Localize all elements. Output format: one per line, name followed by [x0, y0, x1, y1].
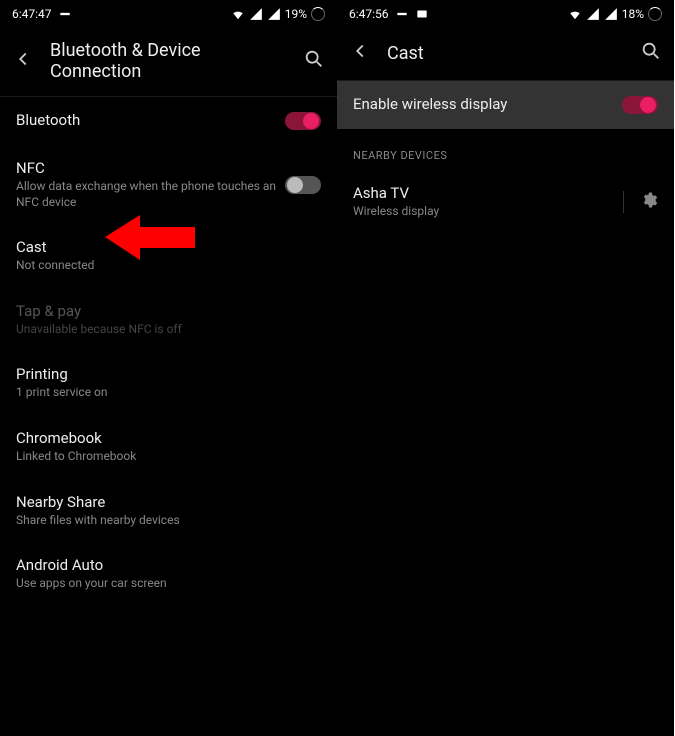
- status-time: 6:47:47: [12, 7, 52, 21]
- row-nearby-share[interactable]: Nearby Share Share files with nearby dev…: [0, 479, 337, 543]
- row-title: Tap & pay: [16, 302, 321, 320]
- row-title: Bluetooth: [16, 111, 285, 129]
- row-android-auto[interactable]: Android Auto Use apps on your car screen: [0, 542, 337, 606]
- misc-icon: [395, 7, 409, 21]
- row-title: Printing: [16, 365, 321, 383]
- status-bar: 6:47:47 19%: [0, 0, 337, 26]
- row-title: Nearby Share: [16, 493, 321, 511]
- page-title: Bluetooth & Device Connection: [50, 40, 287, 82]
- status-battery: 19%: [285, 7, 307, 21]
- wifi-icon: [568, 7, 582, 21]
- header: Bluetooth & Device Connection: [0, 26, 337, 97]
- signal-icon-2: [267, 7, 281, 21]
- row-title: Enable wireless display: [353, 95, 622, 113]
- gear-icon[interactable]: [623, 191, 658, 213]
- header: Cast: [337, 26, 674, 81]
- signal-icon-2: [604, 7, 618, 21]
- settings-list: Bluetooth NFC Allow data exchange when t…: [0, 97, 337, 606]
- search-icon[interactable]: [640, 40, 662, 66]
- spinner-icon: [311, 7, 325, 21]
- row-chromebook[interactable]: Chromebook Linked to Chromebook: [0, 415, 337, 479]
- bluetooth-toggle[interactable]: [285, 112, 321, 130]
- search-icon[interactable]: [303, 48, 325, 74]
- annotation-arrow: [105, 210, 195, 269]
- img-icon: [415, 7, 429, 21]
- row-printing[interactable]: Printing 1 print service on: [0, 351, 337, 415]
- device-title: Asha TV: [353, 184, 611, 202]
- section-header: NEARBY DEVICES: [337, 129, 674, 170]
- row-subtitle: Unavailable because NFC is off: [16, 322, 321, 338]
- screen-left: 6:47:47 19% Bluetooth & Device Connectio…: [0, 0, 337, 736]
- row-tap-pay: Tap & pay Unavailable because NFC is off: [0, 288, 337, 352]
- misc-icon: [58, 7, 72, 21]
- row-subtitle: Linked to Chromebook: [16, 449, 321, 465]
- screen-right: 6:47:56 18% Cast Enable wireless display…: [337, 0, 674, 736]
- cast-content: Enable wireless display NEARBY DEVICES A…: [337, 81, 674, 234]
- status-bar: 6:47:56 18%: [337, 0, 674, 26]
- back-icon[interactable]: [12, 48, 34, 74]
- row-title: NFC: [16, 159, 285, 177]
- row-title: Chromebook: [16, 429, 321, 447]
- row-subtitle: Share files with nearby devices: [16, 513, 321, 529]
- row-subtitle: Use apps on your car screen: [16, 576, 321, 592]
- row-enable-wireless[interactable]: Enable wireless display: [337, 81, 674, 129]
- row-device[interactable]: Asha TV Wireless display: [337, 170, 674, 234]
- back-icon[interactable]: [349, 40, 371, 66]
- device-subtitle: Wireless display: [353, 204, 611, 220]
- row-subtitle: Allow data exchange when the phone touch…: [16, 179, 285, 210]
- signal-icon: [249, 7, 263, 21]
- row-title: Android Auto: [16, 556, 321, 574]
- status-time: 6:47:56: [349, 7, 389, 21]
- spinner-icon: [648, 7, 662, 21]
- nfc-toggle[interactable]: [285, 176, 321, 194]
- signal-icon: [586, 7, 600, 21]
- status-battery: 18%: [622, 7, 644, 21]
- wireless-toggle[interactable]: [622, 96, 658, 114]
- wifi-icon: [231, 7, 245, 21]
- page-title: Cast: [387, 43, 624, 64]
- row-bluetooth[interactable]: Bluetooth: [0, 97, 337, 145]
- row-subtitle: 1 print service on: [16, 385, 321, 401]
